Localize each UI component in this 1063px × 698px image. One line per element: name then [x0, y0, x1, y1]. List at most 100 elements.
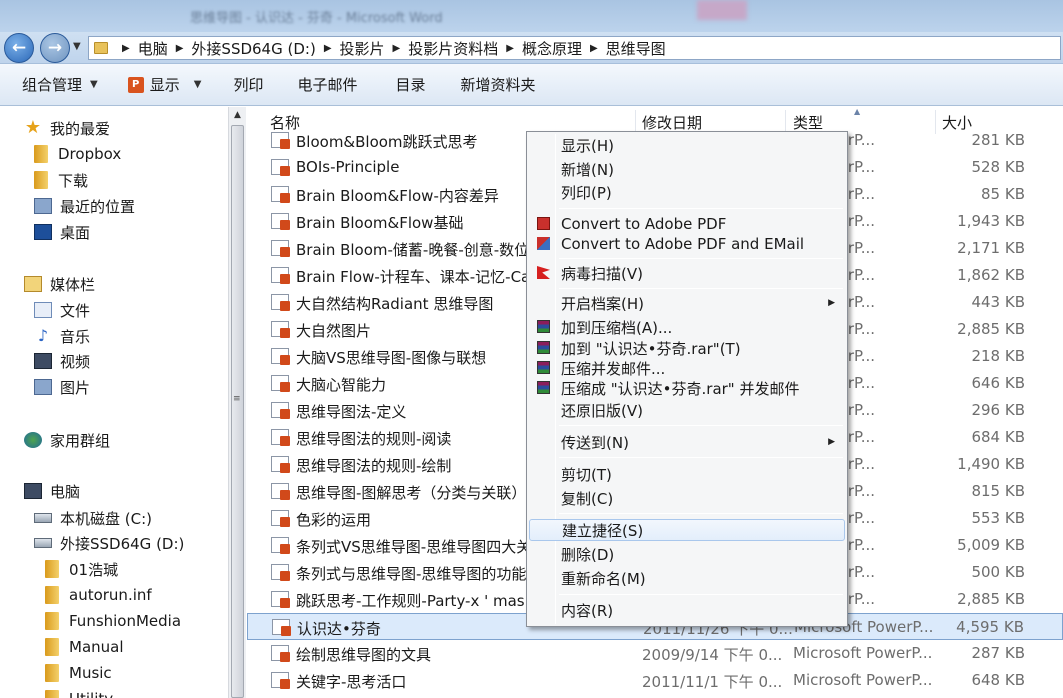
homegroup-icon — [24, 432, 42, 448]
nav-folder[interactable]: FunshionMedia — [45, 609, 181, 633]
file-name: Brain Bloom&Flow基础 — [296, 214, 464, 232]
nav-recent-places[interactable]: 最近的位置 — [34, 194, 135, 218]
nav-homegroup[interactable]: 家用群组 — [24, 428, 110, 452]
library-icon — [24, 276, 42, 292]
menu-delete[interactable]: 删除(D) — [529, 543, 845, 565]
breadcrumb-item[interactable]: 投影片资料档 — [408, 38, 498, 59]
chevron-right-icon[interactable]: ▶ — [506, 43, 514, 54]
menu-virus-scan[interactable]: 病毒扫描(V) — [529, 262, 845, 284]
nav-folder[interactable]: autorun.inf — [45, 583, 152, 607]
file-size: 648 KB — [971, 671, 1025, 689]
menu-open-with[interactable]: 开启档案(H) ▶ — [529, 292, 845, 314]
nav-drive-d[interactable]: 外接SSD64G (D:) — [34, 531, 184, 555]
chevron-right-icon[interactable]: ▶ — [176, 43, 184, 54]
nav-documents[interactable]: 文件 — [34, 298, 90, 322]
documents-icon — [34, 302, 52, 318]
nav-dropbox[interactable]: Dropbox — [34, 142, 121, 166]
breadcrumb-item[interactable]: 外接SSD64G (D:) — [191, 38, 315, 59]
nav-label: 外接SSD64G (D:) — [60, 534, 185, 553]
chevron-right-icon[interactable]: ▶ — [122, 43, 130, 54]
back-button[interactable]: ← — [4, 33, 34, 63]
file-name: 条列式与思维导图-思维导图的功能 — [296, 565, 527, 583]
menu-rename[interactable]: 重新命名(M) — [529, 567, 845, 589]
recent-pages-dropdown-icon[interactable]: ▼ — [73, 41, 81, 52]
breadcrumb-item[interactable]: 投影片 — [340, 38, 385, 59]
scroll-up-icon[interactable]: ▲ — [229, 107, 246, 124]
new-folder-button[interactable]: 新增资料夹 — [460, 64, 535, 105]
burn-button[interactable]: 目录 — [395, 64, 425, 105]
file-name: 思维导图法的规则-阅读 — [296, 430, 452, 448]
print-label: 列印 — [233, 76, 264, 94]
burn-label: 目录 — [395, 76, 426, 94]
menu-compress-rar-email[interactable]: 压缩成 "认识达•芬奇.rar" 并发邮件 — [529, 377, 845, 399]
nav-folder[interactable]: Utility — [45, 687, 113, 698]
menu-add-archive[interactable]: 加到压缩档(A)... — [529, 316, 845, 338]
menu-restore[interactable]: 还原旧版(V) — [529, 399, 845, 421]
nav-music[interactable]: ♪ 音乐 — [34, 324, 90, 348]
menu-send-to[interactable]: 传送到(N) ▶ — [529, 431, 845, 453]
navigation-scrollbar[interactable]: ▲ ≡ — [228, 107, 246, 698]
print-button[interactable]: 列印 — [233, 64, 263, 105]
email-button[interactable]: 电子邮件 — [297, 64, 357, 105]
menu-label: 复制(C) — [561, 489, 614, 508]
title-bar-highlight — [697, 0, 747, 20]
nav-label: Music — [69, 664, 112, 682]
chevron-right-icon[interactable]: ▶ — [590, 43, 598, 54]
menu-convert-pdf-email[interactable]: Convert to Adobe PDF and EMail — [529, 233, 845, 255]
breadcrumb-item[interactable]: 概念原理 — [522, 38, 582, 59]
menu-separator — [559, 457, 843, 458]
nav-videos[interactable]: 视频 — [34, 349, 90, 373]
show-button[interactable]: P 显示 ▼ — [127, 64, 201, 105]
nav-pictures[interactable]: 图片 — [34, 375, 90, 399]
menu-add-rar[interactable]: 加到 "认识达•芬奇.rar"(T) — [529, 337, 845, 359]
menu-convert-pdf[interactable]: Convert to Adobe PDF — [529, 213, 845, 235]
file-date: 2011/11/1 下午 0... — [642, 673, 783, 691]
chevron-right-icon[interactable]: ▶ — [324, 43, 332, 54]
nav-drive-c[interactable]: 本机磁盘 (C:) — [34, 506, 152, 530]
file-size: 85 KB — [981, 185, 1025, 203]
scrollbar-thumb[interactable] — [231, 125, 244, 698]
nav-computer[interactable]: 电脑 — [24, 479, 80, 503]
menu-label: 传送到(N) — [561, 433, 629, 452]
menu-copy[interactable]: 复制(C) — [529, 487, 845, 509]
nav-folder[interactable]: Manual — [45, 635, 124, 659]
file-size: 296 KB — [971, 401, 1025, 419]
powerpoint-file-icon — [271, 186, 290, 203]
nav-folder[interactable]: 01浩瑊 — [45, 557, 118, 581]
table-row[interactable]: 绘制思维导图的文具 2009/9/14 下午 0... Microsoft Powe… — [247, 640, 1063, 667]
nav-downloads[interactable]: 下载 — [34, 168, 88, 192]
table-row[interactable]: 关键字-思考活口 2011/11/1 下午 0... Microsoft Power… — [247, 667, 1063, 694]
breadcrumb-item[interactable]: 思维导图 — [606, 38, 666, 59]
powerpoint-file-icon — [271, 294, 290, 311]
menu-new[interactable]: 新增(N) — [529, 158, 845, 180]
nav-favorites[interactable]: ★ 我的最爱 — [24, 116, 110, 140]
nav-label: 图片 — [60, 378, 91, 397]
menu-label: 显示(H) — [561, 136, 614, 155]
chevron-right-icon[interactable]: ▶ — [393, 43, 401, 54]
menu-print[interactable]: 列印(P) — [529, 181, 845, 203]
powerpoint-file-icon — [271, 591, 290, 608]
breadcrumb[interactable]: ▶ 电脑 ▶ 外接SSD64G (D:) ▶ 投影片 ▶ 投影片资料档 ▶ 概念… — [88, 36, 1061, 60]
chevron-down-icon: ▼ — [90, 79, 98, 90]
organize-button[interactable]: 组合管理 ▼ — [22, 64, 98, 105]
powerpoint-file-icon — [271, 402, 290, 419]
file-size: 2,885 KB — [957, 590, 1025, 608]
nav-label: Utility — [69, 690, 113, 698]
menu-compress-email[interactable]: 压缩并发邮件... — [529, 357, 845, 379]
nav-folder[interactable]: Music — [45, 661, 112, 685]
nav-libraries[interactable]: 媒体栏 — [24, 272, 95, 296]
navigation-pane: ★ 我的最爱 Dropbox 下载 最近的位置 桌面 媒体栏 文件 ♪ 音乐 视… — [0, 107, 228, 698]
folder-icon — [45, 586, 59, 604]
submenu-arrow-icon: ▶ — [828, 298, 835, 308]
winrar-icon — [537, 381, 550, 394]
file-size: 1,862 KB — [957, 266, 1025, 284]
file-name: 思维导图法-定义 — [296, 403, 407, 421]
menu-properties[interactable]: 内容(R) — [529, 599, 845, 621]
forward-button[interactable]: → — [40, 33, 70, 63]
breadcrumb-item[interactable]: 电脑 — [138, 38, 168, 59]
nav-desktop[interactable]: 桌面 — [34, 220, 90, 244]
menu-label: Convert to Adobe PDF — [561, 215, 727, 233]
menu-cut[interactable]: 剪切(T) — [529, 463, 845, 485]
menu-create-shortcut[interactable]: 建立捷径(S) — [529, 519, 845, 541]
menu-show[interactable]: 显示(H) — [529, 134, 845, 156]
